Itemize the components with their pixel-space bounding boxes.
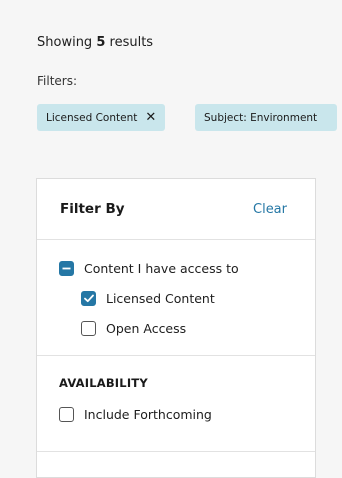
access-parent-label: Content I have access to xyxy=(84,260,239,276)
results-count: 5 xyxy=(96,35,106,50)
open-access-label: Open Access xyxy=(106,320,187,336)
checkmark-icon[interactable] xyxy=(81,290,96,306)
access-filter-section: Content I have access to Licensed Conten… xyxy=(37,240,315,356)
filter-panel-title: Filter By xyxy=(60,201,125,217)
availability-filter-section: AVAILABILITY Include Forthcoming xyxy=(37,356,315,452)
licensed-content-option[interactable]: Licensed Content xyxy=(81,288,315,308)
filter-chip-label: Licensed Content xyxy=(46,111,138,124)
availability-heading: AVAILABILITY xyxy=(59,376,148,390)
include-forthcoming-option[interactable]: Include Forthcoming xyxy=(59,404,315,424)
access-parent-option[interactable]: Content I have access to xyxy=(59,258,315,278)
open-access-checkbox[interactable] xyxy=(81,320,96,336)
filter-chip-subject-environment: Subject: Environment xyxy=(195,104,338,131)
include-forthcoming-checkbox[interactable] xyxy=(59,406,74,422)
filter-chip-licensed-content: Licensed Content ✕ xyxy=(37,104,166,131)
results-suffix: results xyxy=(109,35,154,50)
filters-label: Filters: xyxy=(37,74,78,88)
results-summary: Showing 5 results xyxy=(37,35,153,50)
filter-chip-label: Subject: Environment xyxy=(204,111,318,124)
filter-panel: Filter By Clear Content I have access to… xyxy=(36,178,316,478)
results-prefix: Showing xyxy=(37,35,93,50)
active-filters: Licensed Content ✕ xyxy=(37,104,173,131)
clear-filters-link[interactable]: Clear xyxy=(253,202,287,217)
open-access-option[interactable]: Open Access xyxy=(81,318,315,338)
filter-chip-clip: Subject: Environment xyxy=(195,104,342,131)
close-icon[interactable]: ✕ xyxy=(145,111,156,124)
include-forthcoming-label: Include Forthcoming xyxy=(84,406,212,422)
licensed-content-label: Licensed Content xyxy=(106,290,215,306)
minus-icon[interactable] xyxy=(59,260,74,276)
filter-panel-header: Filter By Clear xyxy=(37,179,315,240)
